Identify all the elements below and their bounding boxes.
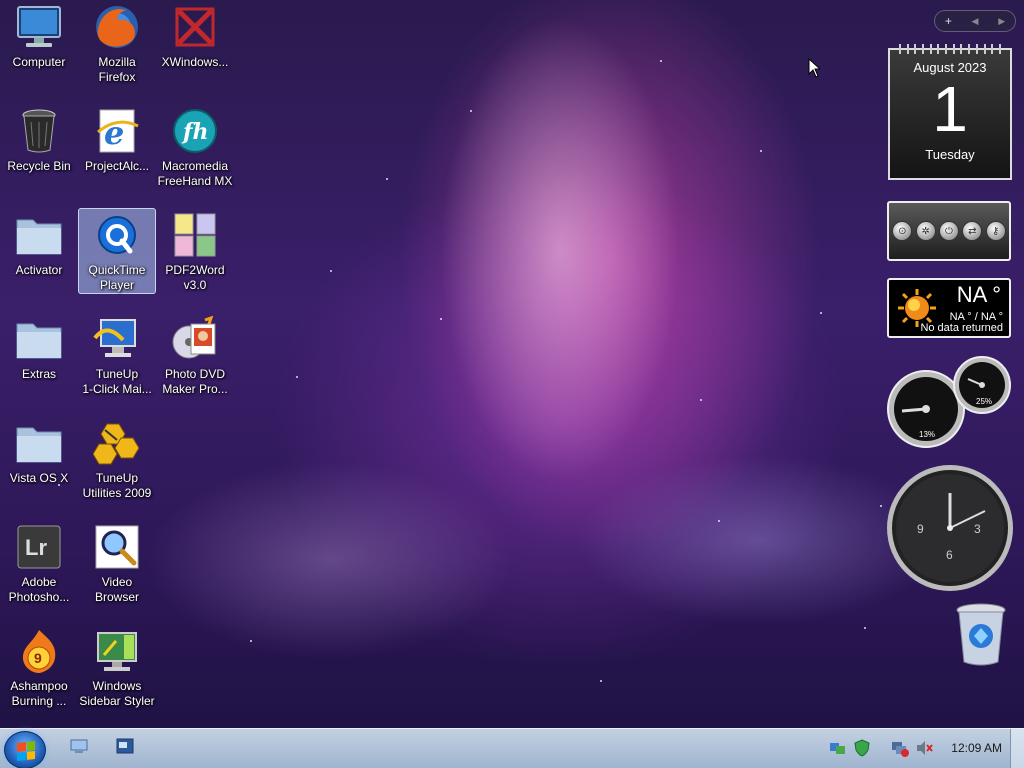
system-tray: 12:09 AM xyxy=(829,739,1006,757)
clock-gadget[interactable]: 3 6 9 xyxy=(885,463,1015,593)
pdf2word-icon xyxy=(171,211,219,259)
network-icon[interactable] xyxy=(829,739,847,757)
security-center-icon[interactable] xyxy=(853,739,871,757)
desktop-icon-label: Adobe Photosho... xyxy=(8,575,70,604)
desktop-icon-label: Ashampoo Burning ... xyxy=(10,679,68,708)
desktop-icon-label: Macromedia FreeHand MX xyxy=(157,159,233,188)
firefox-icon xyxy=(93,3,141,51)
desktop-icon-mozilla-firefox[interactable]: Mozilla Firefox xyxy=(78,0,156,86)
desktop-icon-macromedia-freehand[interactable]: fh Macromedia FreeHand MX xyxy=(156,104,234,190)
sidebar-styler-icon xyxy=(93,627,141,675)
desktop-icon-label: TuneUp 1-Click Mai... xyxy=(82,367,152,396)
desktop-icon-label: TuneUp Utilities 2009 xyxy=(82,471,152,500)
start-button[interactable] xyxy=(4,731,46,768)
recycle-bin-icon xyxy=(15,107,63,155)
clock-numeral-6: 6 xyxy=(946,548,953,562)
shutdown-control-gadget: ⊙ ✲ ⏻ ⇄ ⚷ xyxy=(887,201,1011,261)
show-desktop-button[interactable] xyxy=(1010,729,1024,768)
desktop-icon-label: Computer xyxy=(12,55,66,69)
desktop-icon-label: Video Browser xyxy=(94,575,139,604)
calendar-gadget[interactable]: August 2023 1 Tuesday xyxy=(888,44,1012,180)
svg-text:9: 9 xyxy=(34,650,42,666)
folder-icon xyxy=(15,211,63,259)
desktop-icon-video-browser[interactable]: Video Browser xyxy=(78,520,156,606)
desktop-icon-pdf2word[interactable]: PDF2Word v3.0 xyxy=(156,208,234,294)
calendar-weekday: Tuesday xyxy=(925,147,975,162)
memory-usage-label: 25% xyxy=(976,397,992,406)
sidebar-prev-button[interactable]: ◀ xyxy=(962,16,989,27)
desktop-icon-recycle-bin[interactable]: Recycle Bin xyxy=(0,104,78,190)
mouse-cursor-icon xyxy=(808,58,820,78)
calendar-rings xyxy=(890,44,1010,54)
calendar-day: 1 xyxy=(932,73,968,145)
magnifier-icon xyxy=(93,523,141,571)
photo-dvd-icon xyxy=(171,315,219,363)
tuneup-utilities-icon xyxy=(93,419,141,467)
show-desktop-quicklaunch-button[interactable] xyxy=(66,733,92,759)
cpu-usage-label: 13% xyxy=(919,430,935,439)
desktop-icon-label: ProjectAlc... xyxy=(84,159,150,173)
desktop-icon-activator[interactable]: Activator xyxy=(0,208,78,294)
sidebar-controls: + ◀ ▶ xyxy=(934,10,1016,32)
quicktime-icon xyxy=(93,212,141,259)
desktop-icon-label: Windows Sidebar Styler xyxy=(79,679,155,708)
desktop-icon-windows-sidebar-styler[interactable]: Windows Sidebar Styler xyxy=(78,624,156,710)
volume-muted-icon[interactable] xyxy=(915,739,934,757)
taskbar: 12:09 AM xyxy=(0,728,1024,768)
desktop-icon-label: Vista OS X xyxy=(9,471,69,485)
svg-text:fh: fh xyxy=(181,119,208,145)
desktop-icon-quicktime-player[interactable]: QuickTime Player xyxy=(78,208,156,294)
switch-windows-quicklaunch-button[interactable] xyxy=(112,733,138,759)
windows-logo-icon xyxy=(17,741,35,761)
desktop-icon-label: Recycle Bin xyxy=(7,159,71,173)
desktop-icon-label: Mozilla Firefox xyxy=(98,55,136,84)
freehand-icon: fh xyxy=(171,107,219,155)
weather-gadget[interactable]: NA ° NA ° / NA ° No data returned xyxy=(887,278,1011,338)
weather-temperature: NA ° xyxy=(956,282,1001,307)
clock-numeral-3: 3 xyxy=(974,522,981,536)
sleep-icon[interactable]: ✲ xyxy=(915,221,936,241)
desktop-icon-extras[interactable]: Extras xyxy=(0,312,78,398)
ashampoo-flame-icon: 9 xyxy=(15,627,63,675)
computer-icon xyxy=(15,3,63,51)
lightroom-icon: Lr xyxy=(15,523,63,571)
taskbar-clock[interactable]: 12:09 AM xyxy=(951,741,1002,755)
desktop-icon-label: PDF2Word v3.0 xyxy=(165,263,225,292)
folder-icon xyxy=(15,315,63,363)
desktop-icon-label: XWindows... xyxy=(161,55,229,69)
window-switcher-icon xyxy=(116,738,134,754)
desktop-icon xyxy=(70,739,88,753)
desktop-icon-tuneup-utilities[interactable]: TuneUp Utilities 2009 xyxy=(78,416,156,502)
desktop-icon-tuneup-1-click[interactable]: TuneUp 1-Click Mai... xyxy=(78,312,156,398)
folder-icon xyxy=(15,419,63,467)
svg-text:e: e xyxy=(104,114,124,152)
desktop-icon-label: QuickTime Player xyxy=(88,263,146,292)
desktop-icon-adobe-photoshop[interactable]: Lr Adobe Photosho... xyxy=(0,520,78,606)
desktop-icon-label: Photo DVD Maker Pro... xyxy=(162,367,228,396)
power-icon[interactable]: ⏻ xyxy=(938,221,959,241)
sidebar-add-gadget-button[interactable]: + xyxy=(935,14,962,28)
xwindows-icon xyxy=(171,3,219,51)
sidebar-next-button[interactable]: ▶ xyxy=(988,16,1015,27)
desktop-icon-photo-dvd-maker[interactable]: Photo DVD Maker Pro... xyxy=(156,312,234,398)
lock-icon[interactable]: ⊙ xyxy=(892,221,913,241)
tuneup-monitor-icon xyxy=(93,315,141,363)
desktop-icon-computer[interactable]: Computer xyxy=(0,0,78,86)
network-disconnected-icon[interactable] xyxy=(891,739,910,757)
desktop-icon-vista-os-x[interactable]: Vista OS X xyxy=(0,416,78,502)
cpu-meter-gadget[interactable]: 13% 25% xyxy=(886,355,1012,451)
key-icon[interactable]: ⚷ xyxy=(985,221,1006,241)
internet-explorer-icon: e xyxy=(93,107,141,155)
desktop-icon-xwindows[interactable]: XWindows... xyxy=(156,0,234,86)
switch-user-icon[interactable]: ⇄ xyxy=(962,221,983,241)
desktop-icon-ashampoo-burning[interactable]: 9 Ashampoo Burning ... xyxy=(0,624,78,710)
weather-status: No data returned xyxy=(920,322,1003,334)
svg-text:Lr: Lr xyxy=(25,535,47,560)
clock-numeral-9: 9 xyxy=(917,522,924,536)
desktop-icon-projectalc[interactable]: e ProjectAlc... xyxy=(78,104,156,190)
recycle-bin-gadget-icon[interactable] xyxy=(952,602,1010,668)
desktop-icon-label: Extras xyxy=(21,367,56,381)
desktop-icon-label: Activator xyxy=(15,263,63,277)
